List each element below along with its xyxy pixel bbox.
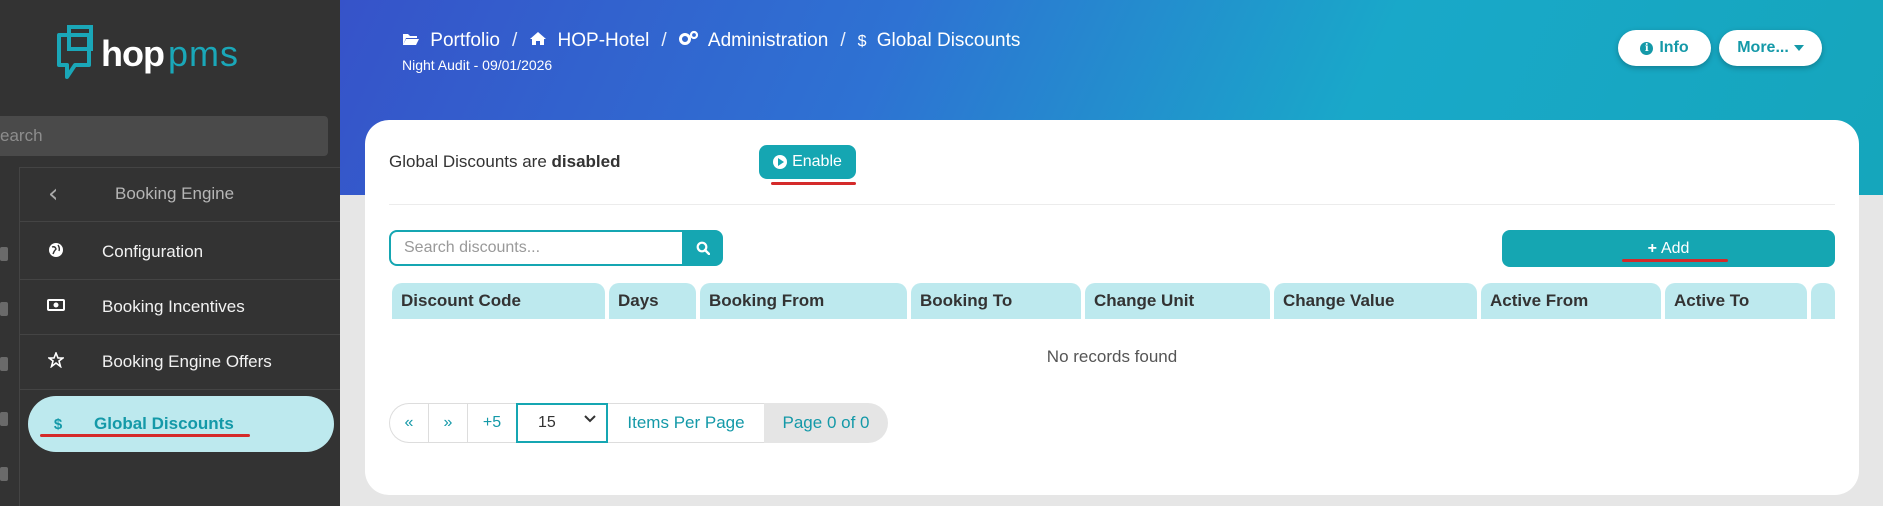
- info-icon: i: [1640, 41, 1654, 55]
- logo-mark-icon: [57, 25, 93, 79]
- plus-icon: +: [1647, 239, 1657, 257]
- column-header-days[interactable]: Days: [609, 283, 696, 319]
- sidebar-item-global-discounts[interactable]: $ Global Discounts: [28, 396, 334, 452]
- rail-money-icon[interactable]: [0, 302, 8, 316]
- status-prefix: Global Discounts are: [389, 152, 552, 171]
- sidebar-section-title: Booking Engine: [115, 184, 235, 203]
- more-button-label: More...: [1737, 39, 1789, 56]
- dollar-icon: $: [857, 33, 867, 50]
- items-per-page-value: 15: [538, 414, 556, 431]
- sidebar-item-booking-incentives[interactable]: Booking Incentives: [20, 280, 340, 334]
- breadcrumb: Portfolio / HOP-Hotel / Administration /…: [402, 30, 1020, 52]
- more-button[interactable]: More...: [1719, 30, 1822, 66]
- sidebar-search-input[interactable]: earch: [0, 116, 328, 156]
- items-per-page-label: Items Per Page: [608, 403, 764, 443]
- sidebar-item-label: Global Discounts: [94, 414, 234, 433]
- folder-open-icon: [403, 34, 419, 45]
- pagination-next-button[interactable]: »: [428, 403, 467, 443]
- highlight-underline: [1622, 259, 1728, 262]
- items-per-page-select[interactable]: 15: [516, 403, 608, 443]
- globe-icon: [44, 242, 68, 262]
- dollar-icon: $: [53, 415, 63, 433]
- sidebar-item-booking-engine-offers[interactable]: Booking Engine Offers: [20, 335, 340, 389]
- sidebar-item-label: Booking Engine Offers: [102, 352, 272, 371]
- breadcrumb-separator: /: [840, 30, 846, 51]
- logo-text-hop: hop: [101, 33, 165, 74]
- pagination-first-button[interactable]: «: [389, 403, 428, 443]
- breadcrumb-item-hop-hotel[interactable]: HOP-Hotel: [529, 30, 649, 52]
- highlight-underline: [40, 434, 250, 437]
- breadcrumb-separator: /: [661, 30, 667, 51]
- card-divider: [389, 204, 1835, 205]
- breadcrumb-separator: /: [511, 30, 518, 51]
- sidebar: hop pms earch ‹ Booking Engine Configura…: [0, 0, 340, 506]
- cogs-icon: [678, 30, 698, 45]
- discount-status: Global Discounts are disabled: [389, 152, 621, 172]
- night-audit-date: Night Audit - 09/01/2026: [402, 57, 553, 73]
- breadcrumb-label: HOP-Hotel: [557, 30, 650, 51]
- sidebar-item-label: Booking Incentives: [102, 297, 245, 316]
- breadcrumb-label: Portfolio: [430, 30, 500, 51]
- home-icon: [530, 32, 547, 45]
- info-button[interactable]: i Info: [1618, 30, 1711, 66]
- chevron-down-icon: [584, 415, 596, 423]
- column-header-discount-code[interactable]: Discount Code: [392, 283, 605, 319]
- rail-tag-icon[interactable]: [0, 412, 8, 426]
- enable-button-label: Enable: [792, 153, 842, 170]
- search-discounts-input[interactable]: Search discounts...: [389, 230, 683, 266]
- info-button-label: Info: [1659, 39, 1689, 56]
- column-header-active-to[interactable]: Active To: [1665, 283, 1807, 319]
- page-info: Page 0 of 0: [764, 403, 888, 443]
- column-header-booking-to[interactable]: Booking To: [911, 283, 1081, 319]
- sidebar-divider: [20, 221, 340, 222]
- breadcrumb-item-administration[interactable]: Administration: [678, 30, 829, 52]
- search-button[interactable]: [682, 230, 723, 266]
- search-icon: [696, 241, 710, 255]
- status-state: disabled: [551, 152, 621, 171]
- breadcrumb-label: Global Discounts: [876, 30, 1021, 51]
- sidebar-item-label: Configuration: [102, 242, 204, 261]
- add-button-label: Add: [1660, 239, 1690, 257]
- pagination-plus-five-button[interactable]: +5: [467, 403, 516, 443]
- column-header-change-unit[interactable]: Change Unit: [1085, 283, 1270, 319]
- logo-text-pms: pms: [167, 33, 239, 74]
- column-header-change-value[interactable]: Change Value: [1274, 283, 1477, 319]
- breadcrumb-label: Administration: [707, 30, 829, 51]
- empty-table-message: No records found: [1046, 347, 1178, 366]
- star-sparkle-icon: [44, 350, 68, 372]
- hoppms-logo[interactable]: hop pms: [55, 24, 239, 84]
- sidebar-divider: [20, 167, 340, 168]
- money-bill-icon: [44, 298, 68, 316]
- play-circle-icon: [773, 155, 788, 169]
- sidebar-divider: [20, 389, 340, 390]
- sidebar-icon-rail: [0, 167, 20, 506]
- column-header-active-from[interactable]: Active From: [1481, 283, 1661, 319]
- highlight-underline: [771, 182, 856, 185]
- chevron-left-icon[interactable]: ‹: [48, 180, 58, 208]
- rail-doc-icon[interactable]: [0, 467, 8, 481]
- caret-down-icon: [1793, 45, 1804, 51]
- column-header-booking-from[interactable]: Booking From: [700, 283, 907, 319]
- pagination: « » +5 15 Items Per Page Page 0 of 0: [389, 403, 888, 443]
- enable-button[interactable]: Enable: [759, 145, 856, 179]
- rail-puzzle-icon[interactable]: [0, 357, 8, 371]
- column-header-actions: [1811, 283, 1835, 319]
- breadcrumb-item-global-discounts: $ Global Discounts: [858, 30, 1021, 52]
- rail-bed-icon[interactable]: [0, 247, 8, 261]
- breadcrumb-item-portfolio[interactable]: Portfolio: [402, 30, 500, 52]
- sidebar-item-configuration[interactable]: Configuration: [20, 225, 340, 279]
